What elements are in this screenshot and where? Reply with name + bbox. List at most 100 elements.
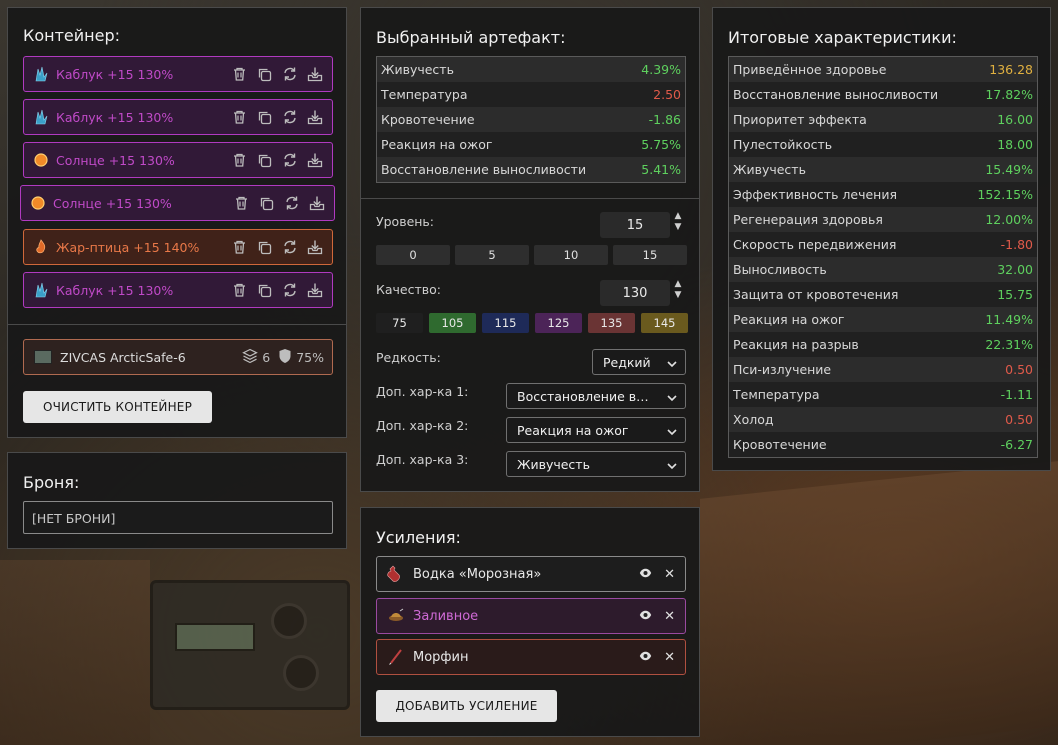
- copy-icon[interactable]: [255, 151, 274, 170]
- sun-orb-icon: [32, 151, 50, 169]
- close-icon[interactable]: ✕: [664, 609, 675, 624]
- copy-icon[interactable]: [255, 65, 274, 84]
- level-preset-button[interactable]: 5: [455, 245, 529, 265]
- armor-select[interactable]: [НЕТ БРОНИ]: [23, 501, 333, 534]
- boost-name: Заливное: [413, 608, 479, 624]
- quality-stepper[interactable]: ▲ ▼: [672, 279, 684, 301]
- background-crate: [0, 560, 150, 745]
- artifact-panel: Выбранный артефакт: Живучесть 4.39% Темпе…: [360, 7, 700, 492]
- clear-container-button[interactable]: ОЧИСТИТЬ КОНТЕЙНЕР: [23, 391, 212, 423]
- stat-label: Кровотечение: [733, 437, 827, 452]
- quality-preset-button[interactable]: 75: [376, 313, 423, 333]
- swap-icon[interactable]: [280, 65, 299, 84]
- extra1-select[interactable]: Восстановление выносливости: [506, 383, 686, 409]
- level-preset-button[interactable]: 15: [613, 245, 687, 265]
- artifact-slot-selected[interactable]: Солнце +15 130%: [20, 185, 335, 221]
- stat-value: 32.00: [997, 262, 1033, 277]
- download-icon[interactable]: [305, 108, 324, 127]
- quality-input[interactable]: 130: [600, 280, 670, 306]
- level-stepper[interactable]: ▲ ▼: [672, 211, 684, 233]
- quality-preset-button[interactable]: 135: [588, 313, 635, 333]
- boost-item[interactable]: Водка «Морозная» ✕: [376, 556, 686, 592]
- stat-value: 16.00: [997, 112, 1033, 127]
- chevron-up-icon[interactable]: ▲: [672, 279, 684, 290]
- swap-icon[interactable]: [282, 194, 301, 213]
- stat-value: 0.50: [1005, 412, 1033, 427]
- armor-panel: Броня: [НЕТ БРОНИ]: [7, 452, 347, 549]
- stat-row: Восстановление выносливости 17.82%: [729, 82, 1037, 107]
- delete-icon[interactable]: [230, 238, 249, 257]
- stat-value: 152.15%: [977, 187, 1033, 202]
- quality-preset-button[interactable]: 115: [482, 313, 529, 333]
- background-radio: [150, 580, 350, 710]
- stat-value: 0.50: [1005, 362, 1033, 377]
- close-icon[interactable]: ✕: [664, 650, 675, 665]
- level-input[interactable]: 15: [600, 212, 670, 238]
- copy-icon[interactable]: [255, 281, 274, 300]
- stat-row: Скорость передвижения -1.80: [729, 232, 1037, 257]
- delete-icon[interactable]: [230, 65, 249, 84]
- aspic-dish-icon: [387, 607, 405, 625]
- stat-label: Выносливость: [733, 262, 827, 277]
- eye-icon[interactable]: [639, 609, 652, 624]
- stat-label: Защита от кровотечения: [733, 287, 899, 302]
- stat-row: Выносливость 32.00: [729, 257, 1037, 282]
- quality-preset-button[interactable]: 125: [535, 313, 582, 333]
- download-icon[interactable]: [305, 151, 324, 170]
- swap-icon[interactable]: [280, 151, 299, 170]
- stat-row: Живучесть 15.49%: [729, 157, 1037, 182]
- delete-icon[interactable]: [230, 281, 249, 300]
- download-icon[interactable]: [307, 194, 326, 213]
- artifact-slot[interactable]: Каблук +15 130%: [23, 99, 333, 135]
- extra3-label: Доп. хар-ка 3:: [376, 452, 469, 467]
- stat-row: Реакция на ожог 5.75%: [377, 132, 685, 157]
- stat-value: 22.31%: [985, 337, 1033, 352]
- swap-icon[interactable]: [280, 108, 299, 127]
- slot-name: Жар-птица +15 140%: [56, 239, 200, 255]
- artifact-title: Выбранный артефакт:: [376, 28, 566, 47]
- stat-row: Пулестойкость 18.00: [729, 132, 1037, 157]
- eye-icon[interactable]: [639, 650, 652, 665]
- stat-row: Реакция на разрыв 22.31%: [729, 332, 1037, 357]
- chevron-down-icon[interactable]: ▼: [672, 290, 684, 301]
- copy-icon[interactable]: [257, 194, 276, 213]
- delete-icon[interactable]: [230, 151, 249, 170]
- level-preset-button[interactable]: 0: [376, 245, 450, 265]
- case-icon: [34, 350, 52, 364]
- rarity-select[interactable]: Редкий: [592, 349, 686, 375]
- chevron-down-icon[interactable]: ▼: [672, 222, 684, 233]
- quality-preset-button[interactable]: 105: [429, 313, 476, 333]
- delete-icon[interactable]: [230, 108, 249, 127]
- extra2-select[interactable]: Реакция на ожог: [506, 417, 686, 443]
- chevron-down-icon: [667, 391, 677, 402]
- artifact-slot[interactable]: Жар-птица +15 140%: [23, 229, 333, 265]
- artifact-slot[interactable]: Солнце +15 130%: [23, 142, 333, 178]
- stat-value: 15.75: [997, 287, 1033, 302]
- close-icon[interactable]: ✕: [664, 567, 675, 582]
- artifact-slot[interactable]: Каблук +15 130%: [23, 56, 333, 92]
- boost-item[interactable]: Заливное ✕: [376, 598, 686, 634]
- delete-icon[interactable]: [232, 194, 251, 213]
- stat-label: Эффективность лечения: [733, 187, 898, 202]
- download-icon[interactable]: [305, 238, 324, 257]
- quality-preset-button[interactable]: 145: [641, 313, 688, 333]
- level-preset-button[interactable]: 10: [534, 245, 608, 265]
- armor-title: Броня:: [23, 473, 80, 492]
- eye-icon[interactable]: [639, 567, 652, 582]
- stat-label: Приведённое здоровье: [733, 62, 887, 77]
- artifact-slot[interactable]: Каблук +15 130%: [23, 272, 333, 308]
- swap-icon[interactable]: [280, 238, 299, 257]
- stat-row: Восстановление выносливости 5.41%: [377, 157, 685, 182]
- add-boost-button[interactable]: ДОБАВИТЬ УСИЛЕНИЕ: [376, 690, 557, 722]
- download-icon[interactable]: [305, 281, 324, 300]
- container-case[interactable]: ZIVCAS ArcticSafe-6 6 75%: [23, 339, 333, 375]
- stat-label: Восстановление выносливости: [733, 87, 939, 102]
- stat-row: Температура 2.50: [377, 82, 685, 107]
- download-icon[interactable]: [305, 65, 324, 84]
- copy-icon[interactable]: [255, 238, 274, 257]
- chevron-up-icon[interactable]: ▲: [672, 211, 684, 222]
- swap-icon[interactable]: [280, 281, 299, 300]
- copy-icon[interactable]: [255, 108, 274, 127]
- extra3-select[interactable]: Живучесть: [506, 451, 686, 477]
- boost-item[interactable]: Морфин ✕: [376, 639, 686, 675]
